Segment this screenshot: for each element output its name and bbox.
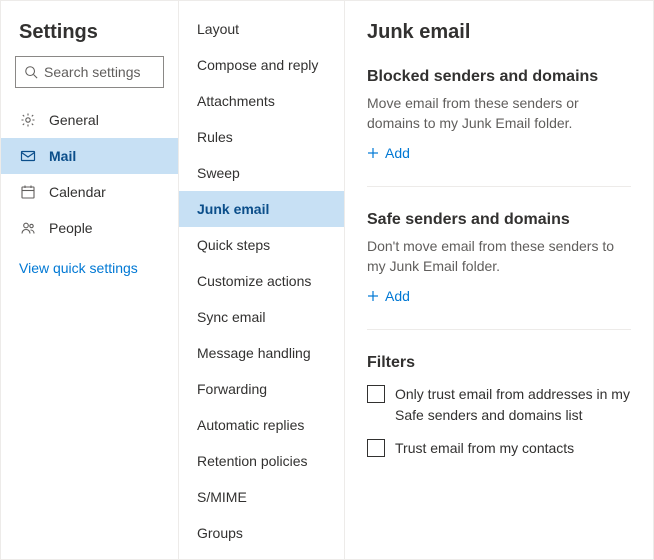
filter-row-1: Only trust email from addresses in my Sa… [367,384,631,426]
divider [367,329,631,330]
subnav-autoreply[interactable]: Automatic replies [179,407,344,443]
subnav-junk[interactable]: Junk email [179,191,344,227]
search-icon [24,63,38,81]
subnav-layout[interactable]: Layout [179,11,344,47]
subnav-quicksteps[interactable]: Quick steps [179,227,344,263]
settings-nav: General Mail [1,102,178,246]
nav-calendar[interactable]: Calendar [1,174,178,210]
gear-icon [19,111,37,129]
subnav-msghandling[interactable]: Message handling [179,335,344,371]
safe-desc: Don't move email from these senders to m… [367,237,631,276]
safe-add-label: Add [385,288,410,304]
safe-add-button[interactable]: Add [367,288,410,304]
mail-icon [19,147,37,165]
mail-subnav-list: Layout Compose and reply Attachments Rul… [179,1,344,559]
subnav-retention[interactable]: Retention policies [179,443,344,479]
subnav-customize[interactable]: Customize actions [179,263,344,299]
people-icon [19,219,37,237]
nav-mail-label: Mail [49,148,76,164]
view-quick-settings-link[interactable]: View quick settings [1,246,178,290]
page-title: Junk email [367,21,631,44]
nav-people[interactable]: People [1,210,178,246]
safe-title: Safe senders and domains [367,211,631,229]
plus-icon [367,290,379,302]
plus-icon [367,147,379,159]
filter-label-2: Trust email from my contacts [395,438,574,459]
blocked-section: Blocked senders and domains Move email f… [367,68,631,162]
filter-row-2: Trust email from my contacts [367,438,631,459]
divider [367,186,631,187]
calendar-icon [19,183,37,201]
filter-label-1: Only trust email from addresses in my Sa… [395,384,631,426]
nav-general[interactable]: General [1,102,178,138]
search-box[interactable] [15,56,164,88]
junk-email-page: Junk email Blocked senders and domains M… [345,1,653,559]
subnav-attachments[interactable]: Attachments [179,83,344,119]
filter-checkbox-contacts[interactable] [367,439,385,457]
blocked-add-button[interactable]: Add [367,145,410,161]
subnav-smime[interactable]: S/MIME [179,479,344,515]
nav-general-label: General [49,112,99,128]
blocked-add-label: Add [385,145,410,161]
subnav-sweep[interactable]: Sweep [179,155,344,191]
subnav-forwarding[interactable]: Forwarding [179,371,344,407]
subnav-sync[interactable]: Sync email [179,299,344,335]
settings-sidebar: Settings General [1,1,179,559]
filters-title: Filters [367,354,631,372]
blocked-desc: Move email from these senders or domains… [367,94,631,133]
filters-section: Filters Only trust email from addresses … [367,354,631,459]
filter-checkbox-safe-list[interactable] [367,385,385,403]
subnav-compose[interactable]: Compose and reply [179,47,344,83]
blocked-title: Blocked senders and domains [367,68,631,86]
nav-people-label: People [49,220,93,236]
mail-subnav: Layout Compose and reply Attachments Rul… [179,1,345,559]
settings-title: Settings [1,1,178,56]
subnav-rules[interactable]: Rules [179,119,344,155]
subnav-groups[interactable]: Groups [179,515,344,551]
search-wrap [1,56,178,96]
settings-panel: Settings General [0,0,654,560]
safe-section: Safe senders and domains Don't move emai… [367,211,631,305]
nav-mail[interactable]: Mail [1,138,178,174]
nav-calendar-label: Calendar [49,184,106,200]
